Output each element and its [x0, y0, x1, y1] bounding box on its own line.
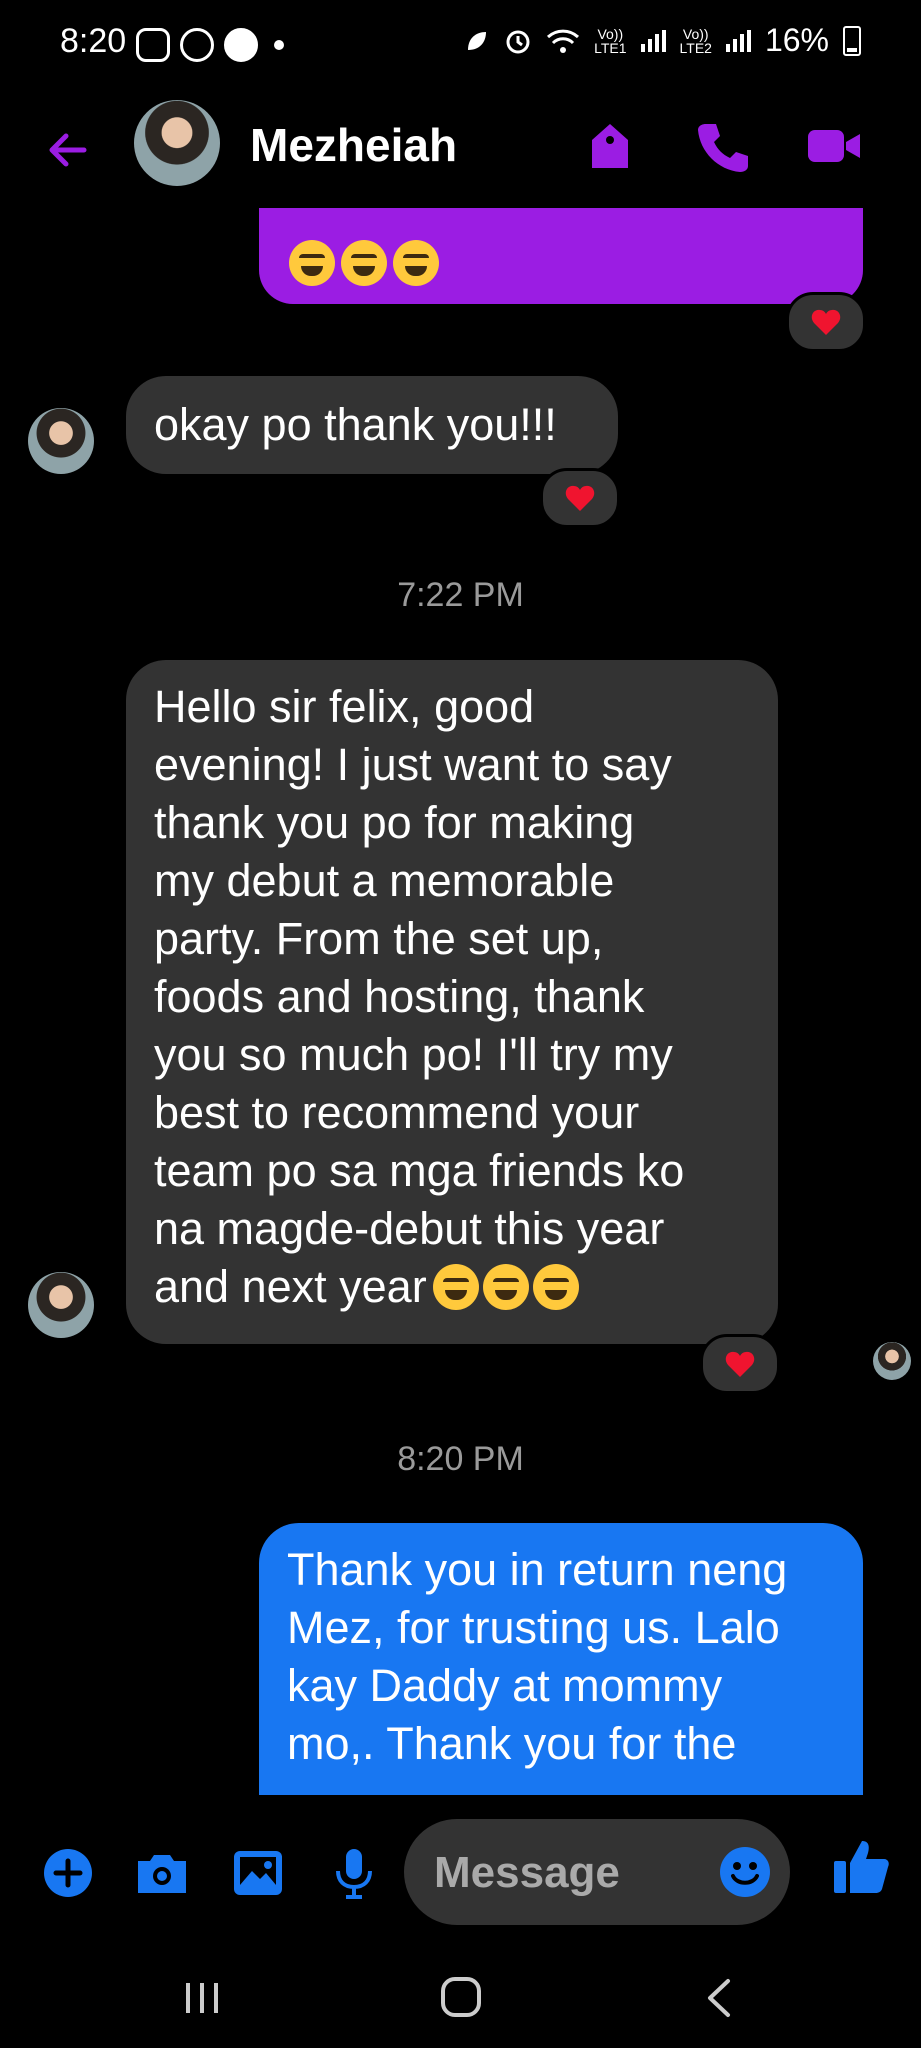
- message-emojis: [289, 240, 439, 286]
- back-icon[interactable]: [690, 1973, 750, 2023]
- wifi-icon: [547, 29, 580, 53]
- alarm-icon: [506, 30, 530, 53]
- timestamp: 8:20 PM: [397, 1440, 524, 1478]
- video-call-icon[interactable]: [804, 116, 864, 176]
- battery-percent: 16%: [764, 22, 829, 58]
- heart-icon: [565, 485, 595, 511]
- camera-icon[interactable]: [134, 1845, 190, 1901]
- incoming-message-bubble[interactable]: Hello sir felix, good evening! I just wa…: [126, 660, 778, 1344]
- signal-1-icon: [640, 29, 666, 52]
- status-app-icons: [136, 28, 284, 62]
- sim2-label: Vo)) LTE2: [679, 25, 712, 56]
- plus-icon[interactable]: [40, 1845, 96, 1901]
- incoming-message-bubble[interactable]: okay po thank you!!!: [126, 376, 618, 474]
- sim1-label: Vo)) LTE1: [594, 25, 627, 56]
- tag-icon[interactable]: [580, 116, 640, 176]
- sender-avatar[interactable]: [28, 408, 94, 474]
- signal-2-icon: [725, 29, 751, 52]
- contact-name[interactable]: Mezheiah: [250, 118, 457, 172]
- smiling-emoji-icon: [432, 1264, 479, 1310]
- leaf-icon: [468, 31, 487, 50]
- facebook-icon: [224, 28, 258, 62]
- reaction-badge[interactable]: [786, 292, 866, 352]
- message-text: Thank you in return neng Mez, for trusti…: [287, 1544, 788, 1769]
- message-text: okay po thank you!!!: [154, 399, 557, 450]
- back-arrow-icon[interactable]: [40, 122, 96, 178]
- microphone-icon[interactable]: [326, 1845, 382, 1901]
- chat-header: Mezheiah: [0, 92, 921, 208]
- outgoing-message-bubble[interactable]: [259, 208, 863, 304]
- contact-avatar[interactable]: [134, 100, 220, 186]
- message-emojis: [432, 1264, 579, 1310]
- system-navigation-bar: [0, 1945, 921, 2048]
- smiling-emoji-icon: [482, 1264, 529, 1310]
- heart-icon: [725, 1351, 755, 1377]
- grinning-emoji-icon: [393, 240, 439, 286]
- home-icon[interactable]: [431, 1973, 491, 2023]
- outgoing-message-bubble[interactable]: Thank you in return neng Mez, for trusti…: [259, 1523, 863, 1795]
- sender-avatar[interactable]: [28, 1272, 94, 1338]
- status-system-icons: Vo)) LTE1 Vo)) LTE2 16%: [464, 22, 861, 59]
- status-bar: 8:20 Vo)) LTE1 Vo)) LTE2 16%: [0, 0, 921, 92]
- seen-avatar: [873, 1342, 911, 1380]
- status-time: 8:20: [60, 22, 127, 60]
- reaction-badge[interactable]: [700, 1334, 780, 1394]
- timestamp: 7:22 PM: [397, 576, 524, 614]
- reaction-badge[interactable]: [540, 468, 620, 528]
- message-text: Hello sir felix, good evening! I just wa…: [154, 681, 685, 1312]
- messenger-icon: [180, 28, 214, 62]
- message-input[interactable]: [432, 1819, 696, 1927]
- thumbs-up-icon[interactable]: [830, 1835, 894, 1899]
- message-list[interactable]: okay po thank you!!! 7:22 PM Hello sir f…: [0, 208, 921, 1795]
- laughing-emoji-icon: [289, 240, 335, 286]
- grinning-emoji-icon: [341, 240, 387, 286]
- message-input-container[interactable]: [404, 1819, 790, 1927]
- gallery-icon[interactable]: [230, 1845, 286, 1901]
- notification-dot-icon: [274, 40, 284, 50]
- battery-icon: [843, 25, 861, 56]
- message-composer: [0, 1795, 921, 1945]
- instagram-icon: [136, 28, 170, 62]
- smiling-emoji-icon: [532, 1264, 579, 1310]
- recent-apps-icon[interactable]: [172, 1973, 232, 2023]
- phone-icon[interactable]: [692, 116, 752, 176]
- heart-icon: [811, 309, 841, 335]
- emoji-icon[interactable]: [718, 1845, 772, 1899]
